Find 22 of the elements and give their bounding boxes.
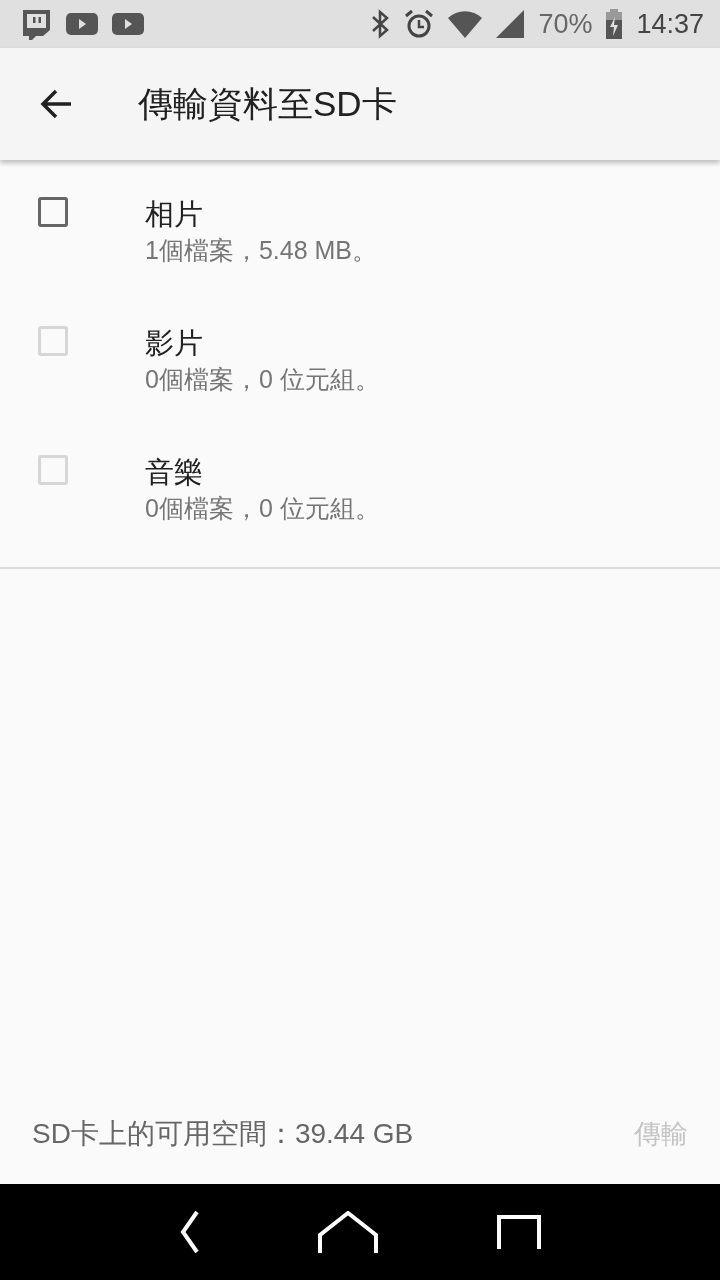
checkbox[interactable] [38,197,68,227]
video-app-icon [66,12,98,36]
category-detail: 0個檔案，0 位元組。 [145,493,380,524]
wifi-icon [448,10,483,38]
bluetooth-icon [370,9,391,39]
home-icon [318,1211,378,1253]
category-detail: 1個檔案，5.48 MB。 [145,235,377,266]
signal-icon [496,10,525,38]
battery-charging-icon [606,9,623,39]
chat-app-icon [20,8,52,40]
battery-percentage: 70% [538,8,593,40]
free-space-text: SD卡上的可用空間：39.44 GB [32,1117,414,1151]
clock-time: 14:37 [636,8,704,40]
screen-title: 傳輸資料至SD卡 [138,82,397,125]
back-arrow-icon [40,89,72,119]
category-title: 音樂 [145,455,204,490]
category-title: 影片 [145,326,204,361]
back-icon [179,1210,200,1254]
alarm-icon [404,9,435,39]
category-title: 相片 [145,197,204,232]
category-detail: 0個檔案，0 位元組。 [145,364,380,395]
video-app-icon [112,12,144,36]
